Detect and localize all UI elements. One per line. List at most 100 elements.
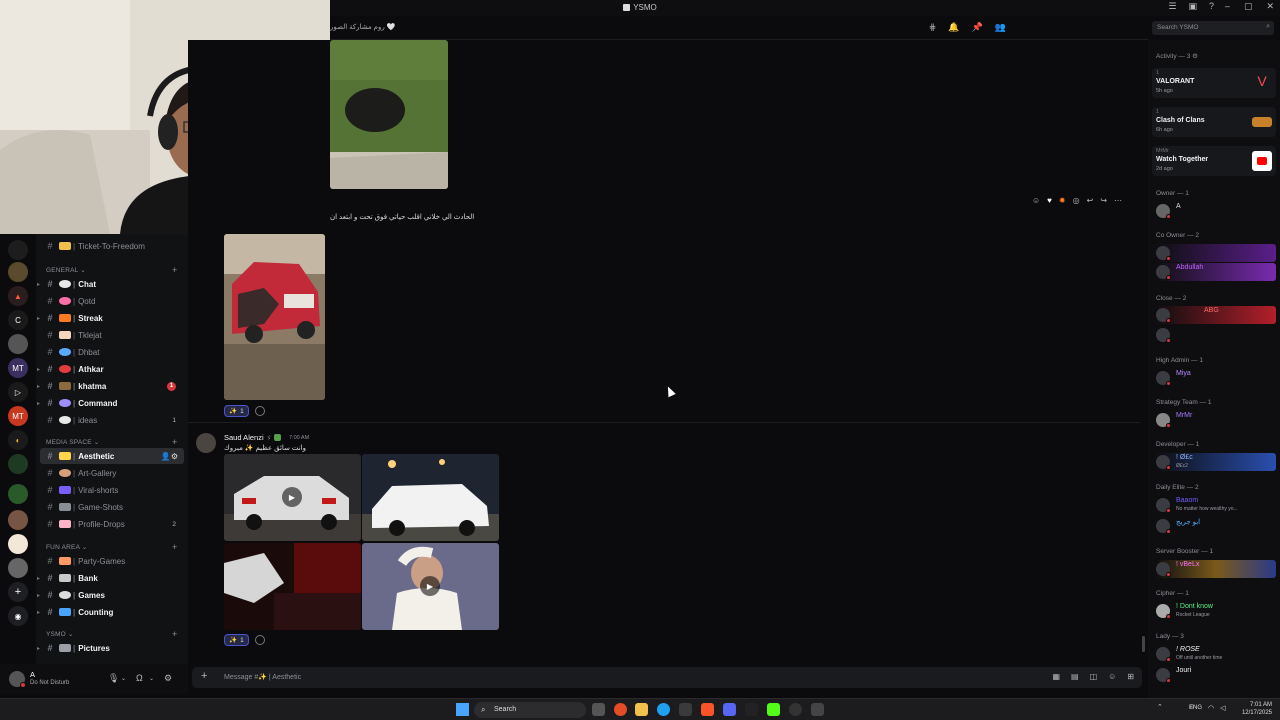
- activity-card-clash-of-clans[interactable]: 1 Clash of Clans 6h ago: [1152, 107, 1276, 137]
- volume-icon[interactable]: ◁: [1220, 704, 1225, 712]
- avatar[interactable]: [196, 433, 216, 453]
- react-icon[interactable]: ◎: [1073, 196, 1080, 205]
- chevron-up-icon[interactable]: ⌃: [1157, 703, 1163, 711]
- inbox-icon[interactable]: ☰: [1168, 1, 1176, 12]
- add-channel-icon[interactable]: +: [172, 629, 177, 639]
- member-item[interactable]: Baaom No matter how wealthy yo...: [1156, 496, 1276, 514]
- sticker-icon[interactable]: ◫: [1090, 672, 1098, 681]
- member-item[interactable]: Jouri: [1156, 666, 1276, 684]
- more-icon[interactable]: ⋯: [1114, 196, 1122, 205]
- channel-chat[interactable]: ▸ # | Chat: [37, 276, 184, 292]
- language-indicator[interactable]: ENG: [1189, 705, 1202, 711]
- channel-counting[interactable]: ▸ # | Counting: [37, 604, 184, 620]
- task-view-icon[interactable]: [592, 703, 605, 716]
- bell-icon[interactable]: 🔔: [948, 22, 959, 33]
- discord-icon[interactable]: [723, 703, 736, 716]
- member-item[interactable]: ! Ø£c Ø£c2: [1156, 453, 1276, 471]
- channel-art-gallery[interactable]: # | Art-Gallery: [40, 465, 184, 481]
- wifi-icon[interactable]: ◠: [1208, 704, 1214, 712]
- activity-card-valorant[interactable]: 1 VALORANT 5h ago V: [1152, 68, 1276, 98]
- activity-card-watch-together[interactable]: MrMr Watch Together 2d ago: [1152, 146, 1276, 176]
- add-attachment-icon[interactable]: +: [201, 670, 207, 682]
- close-button[interactable]: ✕: [1266, 1, 1274, 12]
- channel-games[interactable]: ▸ # | Games: [37, 587, 184, 603]
- server-icon-12[interactable]: [8, 558, 28, 578]
- brave-icon[interactable]: [701, 703, 714, 716]
- server-icon-4[interactable]: C: [8, 310, 28, 330]
- maximize-button[interactable]: ▢: [1244, 1, 1253, 12]
- pin-icon[interactable]: 📌: [972, 22, 983, 33]
- member-list-icon[interactable]: 👥: [995, 22, 1006, 33]
- kick-icon[interactable]: [767, 703, 780, 716]
- reaction-pill[interactable]: ✨ 1: [224, 405, 249, 417]
- channel-aesthetic[interactable]: # | Aesthetic 👤⚙: [40, 448, 184, 464]
- gift-icon[interactable]: ▦: [1052, 672, 1060, 681]
- obs-icon[interactable]: [789, 703, 802, 716]
- clock[interactable]: 7:01 AM 12/17/2025: [1242, 701, 1272, 717]
- channel-streak[interactable]: ▸ # | Streak: [37, 310, 184, 326]
- channel-viral-shorts[interactable]: # | Viral-shorts: [40, 482, 184, 498]
- channel-ticket-to-freedom[interactable]: # | Ticket-To-Freedom: [40, 238, 184, 254]
- play-icon[interactable]: ▶: [282, 487, 302, 507]
- channel-topic[interactable]: روم مشاركة الصور 🤍: [330, 23, 395, 31]
- search-input[interactable]: Search YSMO ⌕: [1152, 21, 1274, 35]
- help-icon[interactable]: ?: [1209, 1, 1214, 12]
- member-item[interactable]: A: [1156, 202, 1276, 220]
- member-item[interactable]: MrMr: [1156, 411, 1276, 429]
- server-folder-2[interactable]: [8, 484, 28, 504]
- channel-settings-icon[interactable]: 👤⚙: [161, 452, 178, 461]
- channel-game-shots[interactable]: # | Game-Shots: [40, 499, 184, 515]
- member-item[interactable]: ABG: [1156, 306, 1276, 324]
- channel-profile-drops[interactable]: # | Profile-Drops 2: [40, 516, 184, 532]
- member-item[interactable]: Miya: [1156, 369, 1276, 387]
- server-icon-6[interactable]: MT: [8, 358, 28, 378]
- channel-party-games[interactable]: # | Party-Games: [40, 553, 184, 569]
- mic-options-chevron-icon[interactable]: ⌄: [121, 675, 126, 682]
- member-item[interactable]: Abdullah: [1156, 263, 1276, 281]
- member-item[interactable]: ! Dont know Rocket League: [1156, 602, 1276, 620]
- attachment-video-car-night-1[interactable]: ▶: [224, 454, 361, 541]
- terminal-icon[interactable]: [745, 703, 758, 716]
- message-composer[interactable]: + Message #✨ | Aesthetic ▦ ▤ ◫ ☺ ⊞: [192, 667, 1142, 688]
- channel-pictures[interactable]: ▸ # | Pictures: [37, 640, 184, 656]
- server-icon-5[interactable]: [8, 334, 28, 354]
- store-icon[interactable]: [679, 703, 692, 716]
- add-reaction-button[interactable]: [255, 406, 265, 416]
- add-reaction-button[interactable]: [255, 635, 265, 645]
- add-channel-icon[interactable]: +: [172, 437, 177, 447]
- minimize-button[interactable]: –: [1225, 1, 1230, 12]
- heart-reaction-icon[interactable]: ♥: [1047, 196, 1052, 205]
- category-fun-area[interactable]: FUN AREA ⌄ +: [46, 542, 177, 552]
- attachment-image-car-red-light[interactable]: [224, 543, 361, 630]
- channel-tklejat[interactable]: # | Tklejat: [40, 327, 184, 343]
- add-channel-icon[interactable]: +: [172, 542, 177, 552]
- server-icon-11[interactable]: [8, 534, 28, 554]
- member-item[interactable]: ! ROSE Off until another time: [1156, 645, 1276, 663]
- add-reaction-icon[interactable]: ☺: [1032, 196, 1040, 205]
- member-item[interactable]: ابو جريج: [1156, 517, 1276, 535]
- fire-reaction-icon[interactable]: ✹: [1059, 196, 1066, 205]
- attachment-image-crashed-car[interactable]: [224, 234, 325, 400]
- edge-icon[interactable]: [657, 703, 670, 716]
- play-icon[interactable]: ▶: [420, 576, 440, 596]
- attachment-image-grass[interactable]: [330, 40, 448, 189]
- scrollbar[interactable]: [1142, 636, 1145, 652]
- server-icon-7[interactable]: ▷: [8, 382, 28, 402]
- forward-icon[interactable]: ↪: [1100, 196, 1107, 205]
- member-item[interactable]: [1156, 244, 1276, 262]
- server-icon-3[interactable]: ▲: [8, 286, 28, 306]
- channel-athkar[interactable]: ▸ # | Athkar: [37, 361, 184, 377]
- discover-icon[interactable]: ◉: [8, 606, 28, 626]
- category-media-space[interactable]: MEDIA SPACE ⌄ +: [46, 437, 177, 447]
- copilot-icon[interactable]: [614, 703, 627, 716]
- taskbar-search[interactable]: ⌕ Search: [474, 702, 586, 718]
- emoji-icon[interactable]: ☺: [1108, 672, 1116, 681]
- reaction-pill[interactable]: ✨ 1: [224, 634, 249, 646]
- channel-dhbat[interactable]: # | Dhbat: [40, 344, 184, 360]
- channel-bank[interactable]: ▸ # | Bank: [37, 570, 184, 586]
- server-icon-2[interactable]: [8, 262, 28, 282]
- gif-icon[interactable]: ▤: [1071, 672, 1079, 681]
- message-author[interactable]: Saud Alenzi ゞ: [224, 433, 281, 442]
- add-channel-icon[interactable]: +: [172, 265, 177, 275]
- channel-qotd[interactable]: # | Qotd: [40, 293, 184, 309]
